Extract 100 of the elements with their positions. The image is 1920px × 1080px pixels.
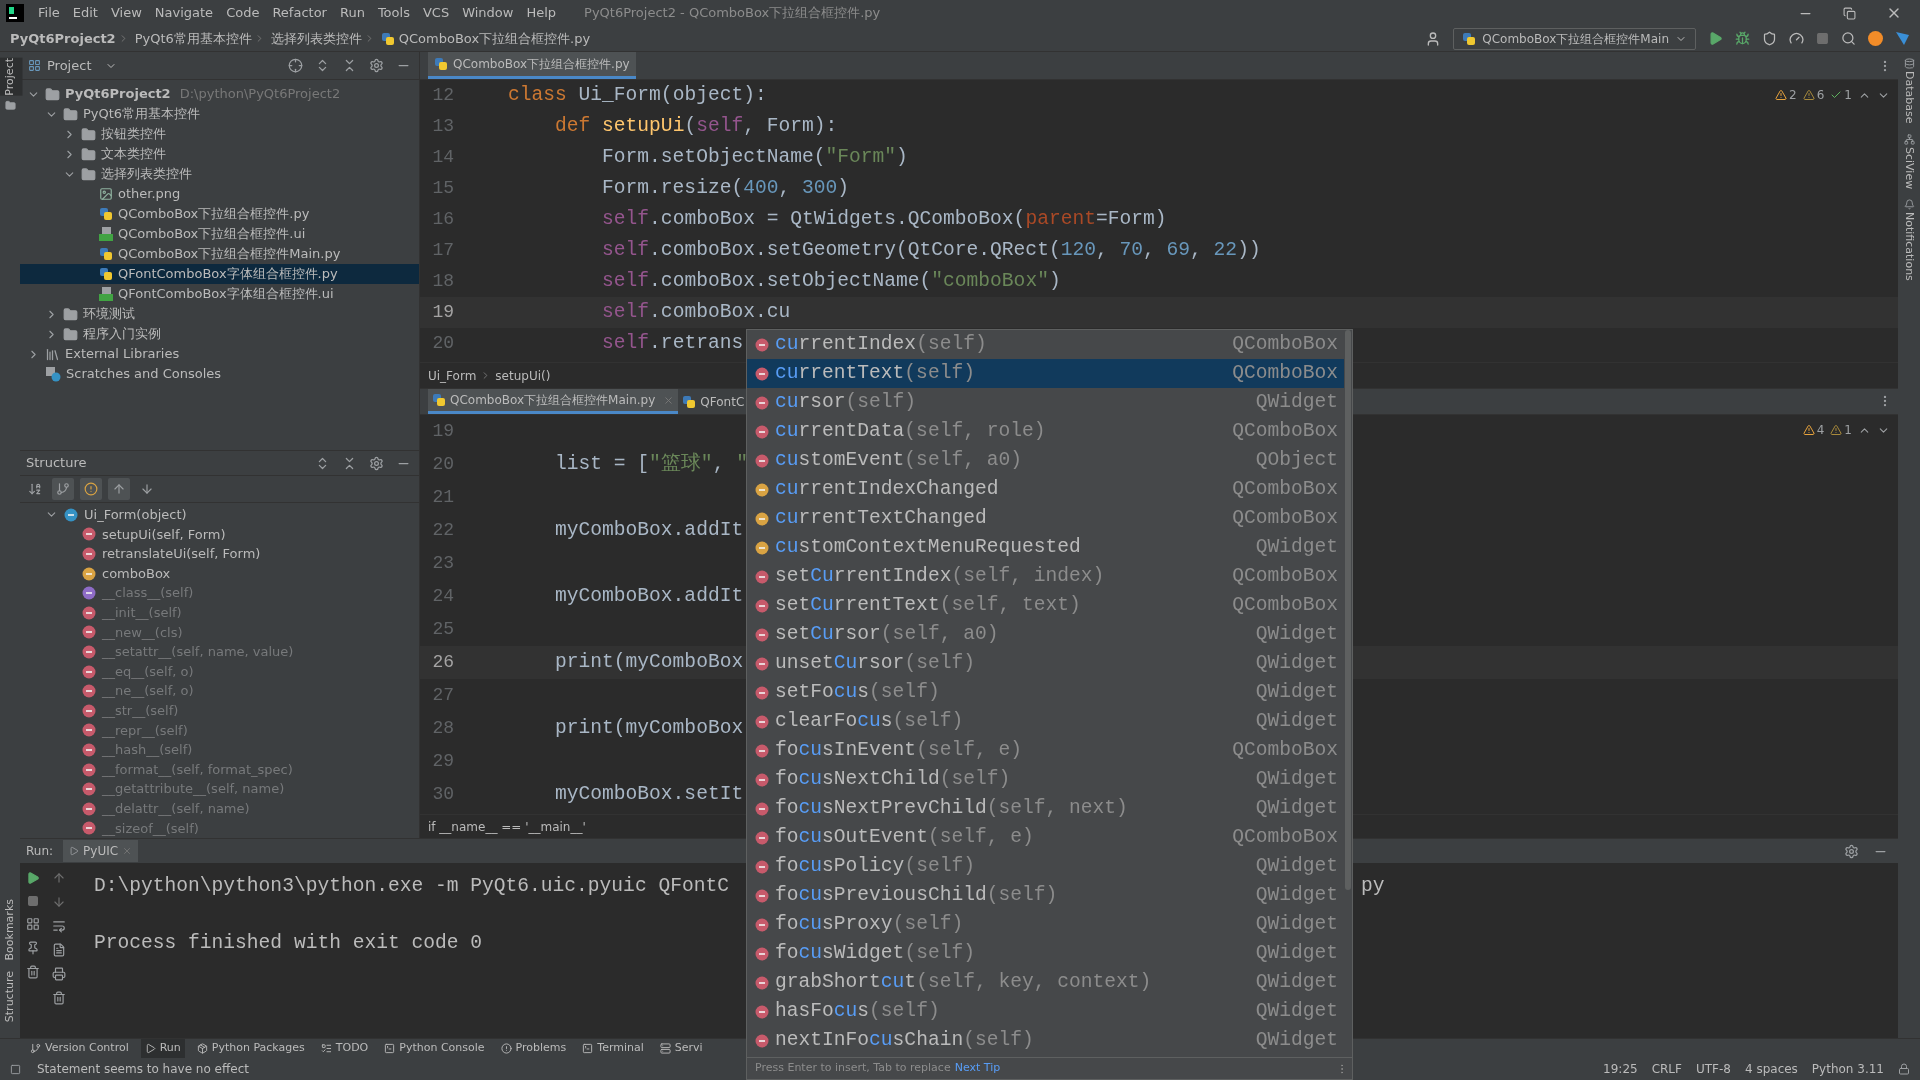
tree-item[interactable]: QComboBox下拉组合框控件.py	[20, 204, 419, 224]
breadcrumb[interactable]: QComboBox下拉组合框控件.py	[398, 28, 591, 49]
tree-item[interactable]: PyQt6Project2 D:\python\PyQt6Project2	[20, 84, 419, 104]
status-item[interactable]: CRLF	[1651, 1060, 1682, 1078]
menu-item[interactable]: Edit	[72, 3, 98, 23]
structure-item[interactable]: Ui_Form(object)	[84, 505, 187, 525]
tool-tab[interactable]: Python Console	[380, 1038, 489, 1059]
project-view-dropdown[interactable]: Project	[28, 55, 118, 76]
status-item[interactable]: Python 3.11	[1811, 1060, 1884, 1078]
editor-tab[interactable]: QFontC	[678, 389, 749, 414]
status-item[interactable]: UTF-8	[1695, 1060, 1731, 1078]
tool-tab[interactable]: TODO	[316, 1038, 373, 1059]
completion-item[interactable]: cu rsor(self) QWidget	[747, 388, 1344, 417]
structure-item[interactable]: comboBox	[102, 563, 171, 584]
tree-item[interactable]: QFontComboBox字体组合框控件.py	[20, 264, 419, 284]
tree-item[interactable]: 选择列表类控件	[20, 164, 419, 184]
breadcrumb[interactable]: PyQt6Project2	[10, 28, 116, 49]
menu-item[interactable]: View	[110, 3, 142, 23]
structure-item[interactable]: setupUi(self, Form)	[102, 524, 226, 545]
console-output: py	[1361, 874, 1385, 900]
tool-window-tab[interactable]: Bookmarks	[0, 899, 23, 961]
tool-window-tab[interactable]: Structure	[0, 970, 23, 1022]
line-number: 18	[431, 270, 454, 293]
breadcrumb[interactable]: PyQt6常用基本控件	[134, 28, 252, 49]
tool-window-tab[interactable]: SciView	[1900, 146, 1918, 189]
tree-item[interactable]: QComboBox下拉组合框控件Main.py	[20, 244, 419, 264]
tree-item[interactable]: Scratches and Consoles	[20, 364, 419, 384]
completion-item[interactable]: cu rrentIndex(self) QComboBox	[747, 330, 1344, 359]
code-line: myComboBox.setIt	[554, 781, 744, 807]
menu-item[interactable]: File	[38, 3, 60, 23]
tool-tab[interactable]: Version Control	[26, 1038, 133, 1059]
completion-item[interactable]: cu rrentText(self) QComboBox	[747, 359, 1344, 388]
tree-item[interactable]: other.png	[20, 184, 419, 204]
completion-item[interactable]: focusPreviousChild(self) QWidget	[747, 881, 1344, 910]
editor-tab[interactable]: QComboBox下拉组合框控件.py	[428, 52, 636, 79]
tool-tab[interactable]: Run	[140, 1038, 185, 1059]
tool-window-tab[interactable]: Database	[1900, 71, 1918, 124]
tool-tab[interactable]: Terminal	[578, 1038, 648, 1059]
completion-item[interactable]: focusNextPrevChild(self, next) QWidget	[747, 794, 1344, 823]
session-tab[interactable]: PyUIC	[63, 840, 139, 862]
completion-item[interactable]: setCu rrentText(self, text) QComboBox	[747, 591, 1344, 620]
completion-item[interactable]: focusWidget(self) QWidget	[747, 939, 1344, 968]
completion-item[interactable]: customContextMenuRequested QWidget	[747, 533, 1344, 562]
tree-item[interactable]: QComboBox下拉组合框控件.ui	[20, 224, 419, 244]
line-number: 19	[431, 301, 454, 324]
completion-item[interactable]: cu rrentData(self, role) QComboBox	[747, 417, 1344, 446]
tree-item[interactable]: 按钮类控件	[20, 124, 419, 144]
code-line: self.comboBox.setObjectName("comboBox")	[601, 268, 1061, 294]
breadcrumb[interactable]: if __name__ == '__main__'	[428, 817, 586, 836]
tree-item[interactable]: 程序入门实例	[20, 324, 419, 344]
completion-item[interactable]: nextInFocusChain(self) QWidget	[747, 1026, 1344, 1055]
completion-item[interactable]: focusPolicy(self) QWidget	[747, 852, 1344, 881]
inspection-count: 1	[1844, 422, 1852, 439]
completion-item[interactable]: setCu rsor(self, a0) QWidget	[747, 620, 1344, 649]
code-line: self.comboBox = QtWidgets.QComboBox(parent=Form)	[601, 206, 1167, 232]
tool-window-tab[interactable]: Notifications	[1900, 211, 1918, 281]
code-line: print(myComboBox	[554, 649, 744, 675]
breadcrumb[interactable]: 选择列表类控件	[270, 28, 362, 49]
tree-item[interactable]: QFontComboBox字体组合框控件.ui	[20, 284, 419, 304]
completion-item[interactable]: focusInEvent(self, e) QComboBox	[747, 736, 1344, 765]
tree-item[interactable]: External Libraries	[20, 344, 419, 364]
window-title: PyQt6Project2 - QComboBox下拉组合框控件.py	[584, 4, 881, 23]
line-number: 29	[431, 750, 454, 773]
code-line: class Ui_Form(object):	[508, 82, 767, 108]
menu-item[interactable]: Refactor	[272, 3, 327, 23]
tool-window-tab[interactable]: Project	[0, 58, 23, 96]
completion-item[interactable]: focusOutEvent(self, e) QComboBox	[747, 823, 1344, 852]
menu-item[interactable]: Navigate	[154, 3, 214, 23]
tool-tab[interactable]: Servi	[655, 1038, 707, 1059]
menu-item[interactable]: VCS	[422, 3, 450, 23]
tree-item[interactable]: PyQt6常用基本控件	[20, 104, 419, 124]
completion-item[interactable]: cu rrentIndexChanged QComboBox	[747, 475, 1344, 504]
code-line: self.comboBox.setGeometry(QtCore.QRect(120, 70, 69, 22))	[601, 237, 1261, 263]
tree-item[interactable]: 环境测试	[20, 304, 419, 324]
completion-item[interactable]: hasFocus(self) QWidget	[747, 997, 1344, 1026]
editor-tab[interactable]: QComboBox下拉组合框控件Main.py	[428, 389, 679, 414]
completion-item[interactable]: setCu rrentIndex(self, index) QComboBox	[747, 562, 1344, 591]
tool-tab[interactable]: Python Packages	[192, 1038, 309, 1059]
breadcrumb[interactable]: Ui_Form	[428, 366, 477, 385]
completion-item[interactable]: clearFocus(self) QWidget	[747, 707, 1344, 736]
menu-item[interactable]: Tools	[377, 3, 410, 23]
structure-item[interactable]: retranslateUi(self, Form)	[102, 544, 261, 564]
completion-item[interactable]: focusNextChild(self) QWidget	[747, 765, 1344, 794]
completion-item[interactable]: grabShortcut(self, key, context) QWidget	[747, 968, 1344, 997]
tool-tab[interactable]: Problems	[496, 1038, 571, 1059]
run-configuration-dropdown[interactable]: QComboBox下拉组合框控件Main	[1453, 27, 1696, 50]
status-item[interactable]: 4 spaces	[1744, 1060, 1798, 1078]
status-item[interactable]: 19:25	[1603, 1060, 1638, 1078]
tree-item[interactable]: 文本类控件	[20, 144, 419, 164]
completion-item[interactable]: cu rrentTextChanged QComboBox	[747, 504, 1344, 533]
completion-item[interactable]: setFocus(self) QWidget	[747, 678, 1344, 707]
next-tip-link[interactable]: Next Tip	[954, 1060, 1001, 1077]
menu-item[interactable]: Window	[462, 3, 514, 23]
menu-item[interactable]: Help	[526, 3, 557, 23]
menu-item[interactable]: Code	[226, 3, 260, 23]
completion-item[interactable]: unsetCursor(self) QWidget	[747, 649, 1344, 678]
breadcrumb[interactable]: setupUi()	[495, 366, 551, 385]
completion-item[interactable]: customEvent(self, a0) QObject	[747, 446, 1344, 475]
menu-item[interactable]: Run	[339, 3, 365, 23]
completion-item[interactable]: focusProxy(self) QWidget	[747, 910, 1344, 939]
